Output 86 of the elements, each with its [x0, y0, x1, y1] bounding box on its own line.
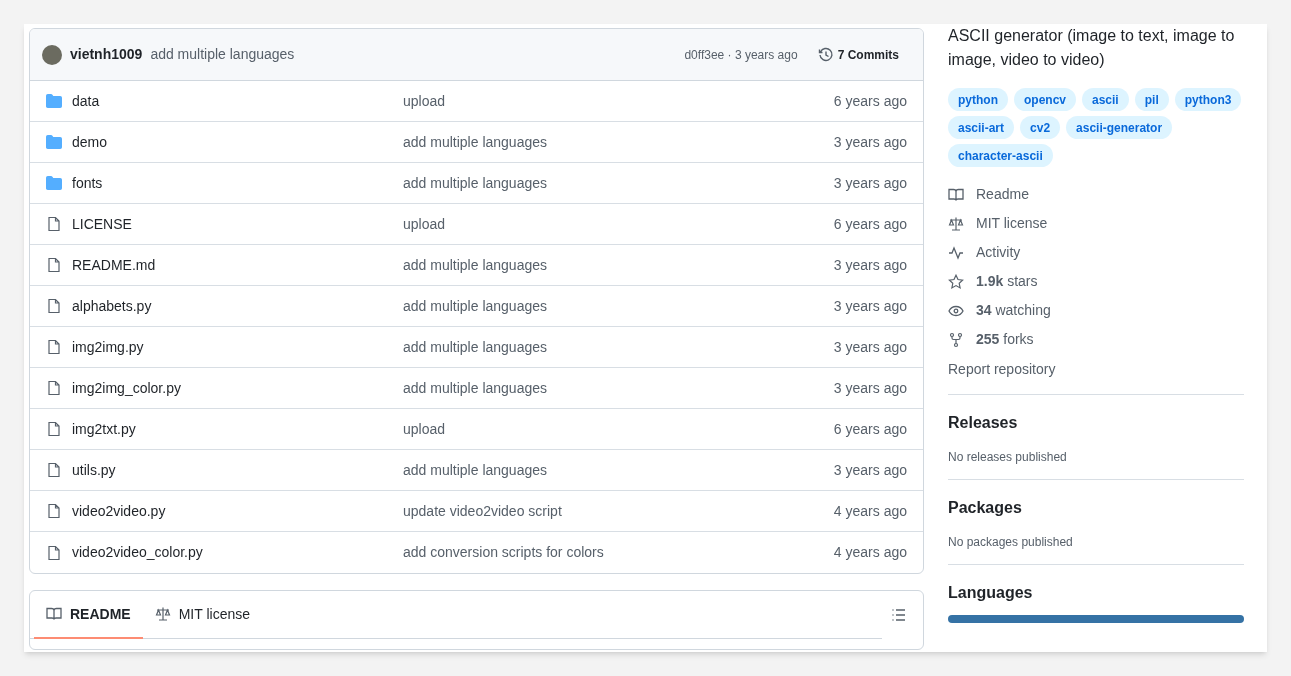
commit-message[interactable]: upload — [403, 90, 446, 112]
fork-icon — [948, 331, 964, 348]
commit-time: 3 years ago — [833, 296, 907, 316]
file-icon — [46, 503, 62, 519]
commit-time: 3 years ago — [833, 378, 907, 398]
pulse-icon — [948, 244, 964, 261]
commit-time: 6 years ago — [833, 91, 907, 111]
commit-time: 3 years ago — [833, 460, 907, 480]
readme-tab[interactable]: README — [34, 591, 143, 639]
star-icon — [948, 273, 964, 290]
folder-link[interactable]: fonts — [72, 172, 403, 194]
commit-time: 4 years ago — [833, 501, 907, 521]
commit-message[interactable]: add multiple languages — [403, 336, 547, 358]
file-link[interactable]: video2video_color.py — [72, 542, 403, 563]
topic-tag[interactable]: cv2 — [1020, 116, 1061, 139]
topic-tag[interactable]: python — [948, 88, 1008, 111]
sidebar-link[interactable]: 1.9k stars — [976, 271, 1038, 292]
commit-message[interactable]: upload — [403, 418, 446, 440]
book-icon — [46, 606, 62, 622]
topic-tag[interactable]: pil — [1134, 88, 1169, 111]
folder-link[interactable]: demo — [72, 131, 403, 153]
author-link[interactable]: vietnh1009 — [70, 44, 143, 65]
repo-description: ASCII generator (image to text, image to image, video to video) — [948, 26, 1236, 70]
commit-message[interactable]: update video2video script — [403, 500, 562, 522]
commit-message[interactable]: add conversion scripts for colors — [403, 542, 604, 563]
commit-message[interactable]: add multiple languages — [403, 459, 547, 481]
file-link[interactable]: utils.py — [72, 459, 403, 481]
sidebar-link[interactable]: 34 watching — [976, 300, 1051, 321]
file-link[interactable]: img2img_color.py — [72, 377, 403, 399]
file-icon — [46, 257, 62, 273]
commit-time: 3 years ago — [833, 337, 907, 357]
readme-tab[interactable]: MIT license — [142, 591, 262, 639]
history-icon — [817, 46, 834, 63]
packages-note: No packages published — [948, 534, 1074, 550]
file-icon — [46, 544, 62, 561]
commit-message[interactable]: add multiple languages — [403, 377, 547, 399]
commit-time: 3 years ago — [833, 255, 907, 275]
commit-time: 6 years ago — [833, 214, 907, 234]
commits-link[interactable]: 7 Commits — [813, 45, 903, 64]
commit-time: 3 years ago — [833, 132, 907, 152]
report-link[interactable]: Report repository — [948, 359, 1244, 380]
commit-hash-time[interactable]: d0ff3ee · 3 years ago — [684, 45, 798, 64]
scales-icon — [948, 215, 964, 232]
file-icon — [46, 216, 62, 232]
file-icon — [46, 462, 62, 478]
sidebar-link[interactable]: MIT license — [976, 213, 1048, 234]
topic-tag[interactable]: ascii-art — [948, 116, 1015, 139]
languages-heading: Languages — [948, 583, 1034, 603]
topic-tag[interactable]: ascii — [1082, 88, 1129, 111]
releases-heading: Releases — [948, 413, 1019, 433]
commit-message[interactable]: add multiple languages — [403, 131, 547, 153]
commit-time: 3 years ago — [833, 173, 907, 193]
topic-tag[interactable]: python3 — [1174, 88, 1242, 111]
sidebar-link[interactable]: 255 forks — [976, 329, 1034, 350]
file-link[interactable]: alphabets.py — [72, 295, 403, 317]
file-icon — [46, 380, 62, 396]
commit-message[interactable]: upload — [403, 213, 446, 235]
sidebar-link[interactable]: Readme — [976, 184, 1029, 205]
file-icon — [46, 339, 62, 355]
outline-icon[interactable] — [891, 607, 907, 623]
file-link[interactable]: video2video.py — [72, 500, 403, 522]
folder-icon — [46, 93, 62, 109]
commit-message[interactable]: add multiple languages — [403, 172, 547, 194]
commit-time: 4 years ago — [833, 543, 907, 562]
commit-message[interactable]: add multiple languages — [150, 44, 295, 65]
topic-tag[interactable]: ascii-generator — [1066, 116, 1173, 139]
file-link[interactable]: README.md — [72, 254, 403, 276]
topic-tag[interactable]: character-ascii — [948, 144, 1053, 167]
scales-icon — [154, 606, 171, 622]
commit-message[interactable]: add multiple languages — [403, 254, 547, 276]
commit-time: 6 years ago — [833, 419, 907, 439]
avatar[interactable] — [42, 44, 62, 65]
sidebar-link[interactable]: Activity — [976, 242, 1021, 263]
book-icon — [948, 186, 964, 203]
packages-heading: Packages — [948, 498, 1023, 518]
file-icon — [46, 298, 62, 314]
releases-note: No releases published — [948, 449, 1068, 465]
topic-tag[interactable]: opencv — [1014, 88, 1076, 111]
folder-icon — [46, 134, 62, 150]
file-icon — [46, 421, 62, 437]
file-link[interactable]: img2img.py — [72, 336, 403, 358]
folder-link[interactable]: data — [72, 90, 403, 112]
file-link[interactable]: LICENSE — [72, 213, 403, 235]
folder-icon — [46, 175, 62, 191]
file-link[interactable]: img2txt.py — [72, 418, 403, 440]
commit-message[interactable]: add multiple languages — [403, 295, 547, 317]
